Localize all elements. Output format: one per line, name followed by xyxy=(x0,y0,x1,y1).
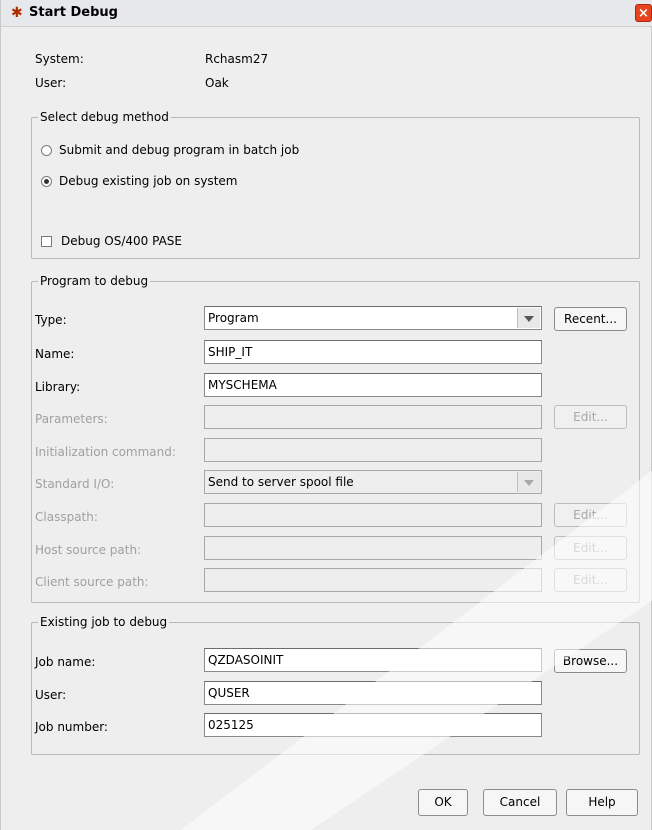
library-input[interactable]: MYSCHEMA xyxy=(204,373,542,397)
chevron-down-icon xyxy=(517,472,540,492)
host-source-label: Host source path: xyxy=(35,543,142,557)
client-source-input xyxy=(204,568,542,592)
start-debug-dialog: ✱ Start Debug × System: Rchasm27 User: O… xyxy=(0,0,652,830)
job-user-input[interactable]: QUSER xyxy=(204,681,542,705)
classpath-edit-button: Edit... xyxy=(554,503,627,527)
classpath-input xyxy=(204,503,542,527)
system-value: Rchasm27 xyxy=(205,52,269,66)
system-label: System: xyxy=(35,52,84,66)
window-title: Start Debug xyxy=(29,5,118,20)
program-legend: Program to debug xyxy=(38,273,151,289)
debug-pase-checkbox[interactable] xyxy=(41,236,52,247)
job-number-label: Job number: xyxy=(35,720,108,734)
host-source-edit-button: Edit... xyxy=(554,536,627,560)
type-combo[interactable]: Program xyxy=(204,306,542,330)
browse-button[interactable]: Browse... xyxy=(554,649,627,673)
client-source-edit-button: Edit... xyxy=(554,568,627,592)
existing-job-legend: Existing job to debug xyxy=(38,614,170,630)
debug-existing-radio[interactable] xyxy=(41,176,52,187)
close-button[interactable]: × xyxy=(635,4,652,22)
debug-method-legend: Select debug method xyxy=(38,109,171,125)
standard-io-value: Send to server spool file xyxy=(208,475,354,489)
job-name-label: Job name: xyxy=(35,655,96,669)
library-label: Library: xyxy=(35,380,81,394)
parameters-edit-button: Edit... xyxy=(554,405,627,429)
parameters-input xyxy=(204,405,542,429)
type-combo-value: Program xyxy=(208,311,259,325)
bug-icon: ✱ xyxy=(11,5,23,21)
client-source-label: Client source path: xyxy=(35,575,149,589)
debug-existing-label[interactable]: Debug existing job on system xyxy=(59,174,237,188)
init-command-input xyxy=(204,438,542,462)
submit-batch-label[interactable]: Submit and debug program in batch job xyxy=(59,143,299,157)
recent-button[interactable]: Recent... xyxy=(554,307,627,331)
type-label: Type: xyxy=(35,313,67,327)
submit-batch-radio[interactable] xyxy=(41,145,52,156)
job-number-input[interactable]: 025125 xyxy=(204,713,542,737)
job-user-label: User: xyxy=(35,688,67,702)
standard-io-label: Standard I/O: xyxy=(35,477,115,491)
user-value: Oak xyxy=(205,76,229,90)
title-bar: ✱ Start Debug × xyxy=(1,0,652,27)
init-command-label: Initialization command: xyxy=(35,445,176,459)
parameters-label: Parameters: xyxy=(35,412,108,426)
classpath-label: Classpath: xyxy=(35,510,98,524)
help-button[interactable]: Help xyxy=(566,789,638,816)
ok-button[interactable]: OK xyxy=(418,789,468,816)
name-label: Name: xyxy=(35,347,75,361)
job-name-input[interactable]: QZDASOINIT xyxy=(204,648,542,672)
host-source-input xyxy=(204,536,542,560)
name-input[interactable]: SHIP_IT xyxy=(204,340,542,364)
chevron-down-icon[interactable] xyxy=(517,308,540,328)
user-label: User: xyxy=(35,76,67,90)
standard-io-combo: Send to server spool file xyxy=(204,470,542,494)
cancel-button[interactable]: Cancel xyxy=(483,789,557,816)
debug-pase-label[interactable]: Debug OS/400 PASE xyxy=(61,234,182,248)
